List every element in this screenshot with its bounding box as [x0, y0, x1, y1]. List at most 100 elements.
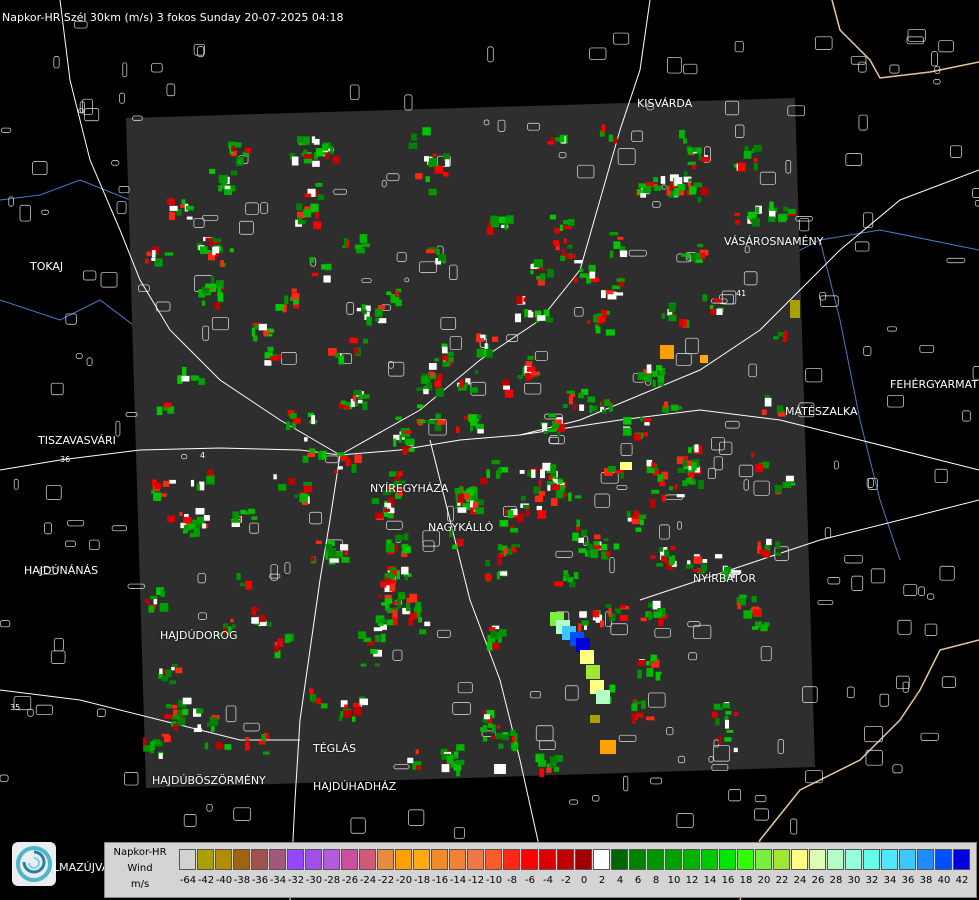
- echo-cell: [592, 610, 600, 618]
- echo-cell: [296, 203, 303, 211]
- lake-outline: [906, 36, 925, 45]
- echo-cell: [572, 405, 577, 410]
- lake-outline: [67, 519, 85, 527]
- echo-cell: [336, 452, 345, 456]
- echo-cell: [436, 419, 446, 425]
- echo-cell: [754, 464, 764, 473]
- echo-cell: [504, 389, 514, 398]
- echo-cell: [485, 559, 491, 567]
- echo-cell: [397, 471, 403, 477]
- echo-cell: [347, 458, 351, 466]
- echo-cell: [432, 153, 437, 157]
- echo-cell: [785, 475, 794, 482]
- echo-cell: [593, 314, 598, 323]
- echo-cell: [764, 397, 772, 407]
- echo-cell: [361, 394, 370, 399]
- legend-swatch: [935, 849, 952, 870]
- echo-cell: [446, 755, 454, 764]
- echo-cell: [734, 212, 741, 216]
- echo-cell: [551, 484, 561, 491]
- legend-tick: -6: [525, 875, 535, 886]
- echo-cell: [554, 581, 564, 587]
- echo-cell: [487, 723, 493, 728]
- echo-cell: [427, 419, 436, 425]
- legend-swatch: [467, 849, 484, 870]
- lake-outline: [65, 313, 77, 325]
- echo-cell: [594, 534, 601, 540]
- legend-swatch: [395, 849, 412, 870]
- lake-outline: [13, 478, 19, 490]
- echo-cell: [309, 257, 315, 263]
- echo-cell: [371, 498, 380, 505]
- legend-swatch: [953, 849, 970, 870]
- echo-cell: [456, 744, 465, 751]
- echo-cell: [569, 222, 573, 227]
- echo-cell: [651, 370, 658, 377]
- legend-swatch: [503, 849, 520, 870]
- echo-cell: [639, 519, 644, 526]
- lake-outline: [111, 525, 127, 532]
- echo-cell: [154, 483, 162, 489]
- echo-cell: [724, 737, 732, 742]
- legend-tick: 18: [739, 875, 753, 886]
- legend-tick: 2: [598, 875, 606, 886]
- lake-outline: [962, 410, 971, 422]
- lake-outline: [858, 61, 867, 73]
- lake-outline: [53, 638, 64, 652]
- echo-cell: [674, 484, 678, 490]
- echo-cell: [273, 474, 277, 480]
- legend-swatch: [215, 849, 232, 870]
- echo-cell: [790, 300, 800, 318]
- legend-tick: 32: [865, 875, 879, 886]
- echo-cell: [212, 717, 218, 727]
- echo-cell: [609, 232, 619, 236]
- legend-tick: -30: [305, 875, 323, 886]
- echo-cell: [753, 162, 759, 171]
- echo-cell: [637, 659, 646, 667]
- echo-cell: [601, 409, 607, 414]
- echo-cell: [220, 260, 224, 268]
- echo-cell: [549, 756, 558, 764]
- echo-cell: [574, 277, 578, 283]
- echo-cell: [358, 631, 367, 640]
- legend-swatch: [737, 849, 754, 870]
- legend-swatch: [773, 849, 790, 870]
- road-number: 36: [60, 455, 70, 464]
- echo-cell: [456, 769, 461, 777]
- echo-cell: [718, 735, 722, 744]
- echo-cell: [245, 737, 250, 742]
- lake-outline: [569, 799, 579, 805]
- echo-cell: [190, 375, 199, 380]
- echo-cell: [361, 243, 371, 248]
- echo-cell: [186, 216, 193, 220]
- echo-cell: [673, 189, 677, 194]
- echo-cell: [215, 253, 221, 258]
- echo-cell: [743, 151, 752, 159]
- echo-cell: [498, 743, 504, 749]
- echo-cell: [450, 762, 456, 768]
- echo-cell: [240, 157, 244, 165]
- echo-cell: [303, 158, 313, 164]
- echo-cell: [496, 571, 501, 580]
- lake-outline: [927, 593, 935, 600]
- echo-cell: [308, 688, 314, 694]
- echo-cell: [313, 221, 321, 230]
- echo-cell: [637, 669, 642, 679]
- echo-cell: [523, 297, 527, 302]
- echo-cell: [151, 490, 155, 494]
- lake-outline: [897, 619, 912, 635]
- echo-cell: [538, 479, 542, 487]
- echo-cell: [270, 356, 279, 361]
- echo-cell: [160, 588, 165, 597]
- echo-cell: [411, 133, 417, 141]
- echo-cell: [525, 372, 531, 381]
- echo-cell: [184, 514, 189, 518]
- echo-cell: [294, 494, 298, 499]
- echo-cell: [511, 544, 520, 548]
- echo-cell: [603, 538, 609, 542]
- echo-cell: [775, 552, 782, 556]
- echo-cell: [406, 597, 413, 603]
- lake-outline: [972, 188, 979, 198]
- echo-cell: [163, 402, 172, 408]
- echo-cell: [512, 744, 517, 752]
